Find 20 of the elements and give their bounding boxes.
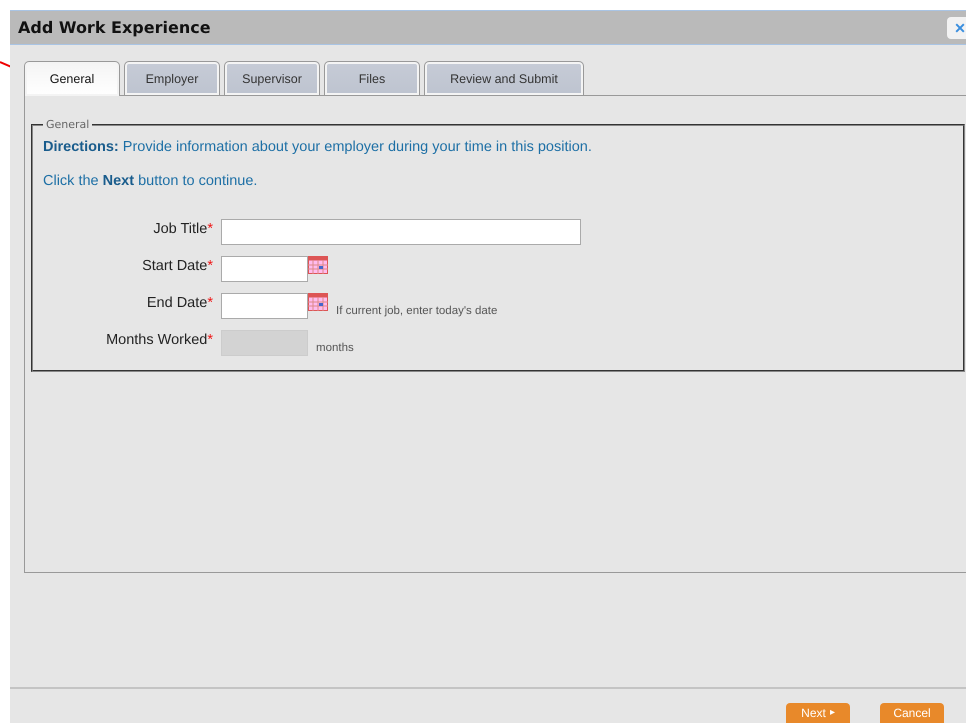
calendar-icon[interactable] — [308, 293, 328, 311]
date-field[interactable] — [221, 293, 308, 319]
calendar-icon[interactable] — [308, 256, 328, 274]
field-label: Job Title* — [152, 220, 213, 237]
tab[interactable]: Employer — [124, 61, 220, 95]
date-field[interactable] — [221, 256, 308, 282]
window-title: Add Work Experience — [18, 18, 211, 37]
field-label: Months Worked* — [105, 331, 213, 348]
tab[interactable]: Files — [324, 61, 420, 95]
field-label: End Date* — [146, 294, 213, 311]
instruction-text: Click the Next button to continue. — [43, 173, 258, 189]
unit-text: months — [316, 342, 354, 356]
tab[interactable]: Supervisor — [224, 61, 320, 95]
directions-text: Directions: Provide information about your employer during your time in this position. — [43, 139, 593, 155]
hint-text: If current job, enter today's date — [336, 305, 498, 319]
field-label: Start Date* — [141, 257, 213, 274]
tab[interactable]: Review and Submit — [424, 61, 584, 95]
input-field[interactable] — [221, 219, 581, 245]
tab[interactable]: General — [24, 61, 120, 96]
section-legend: General — [43, 118, 92, 131]
